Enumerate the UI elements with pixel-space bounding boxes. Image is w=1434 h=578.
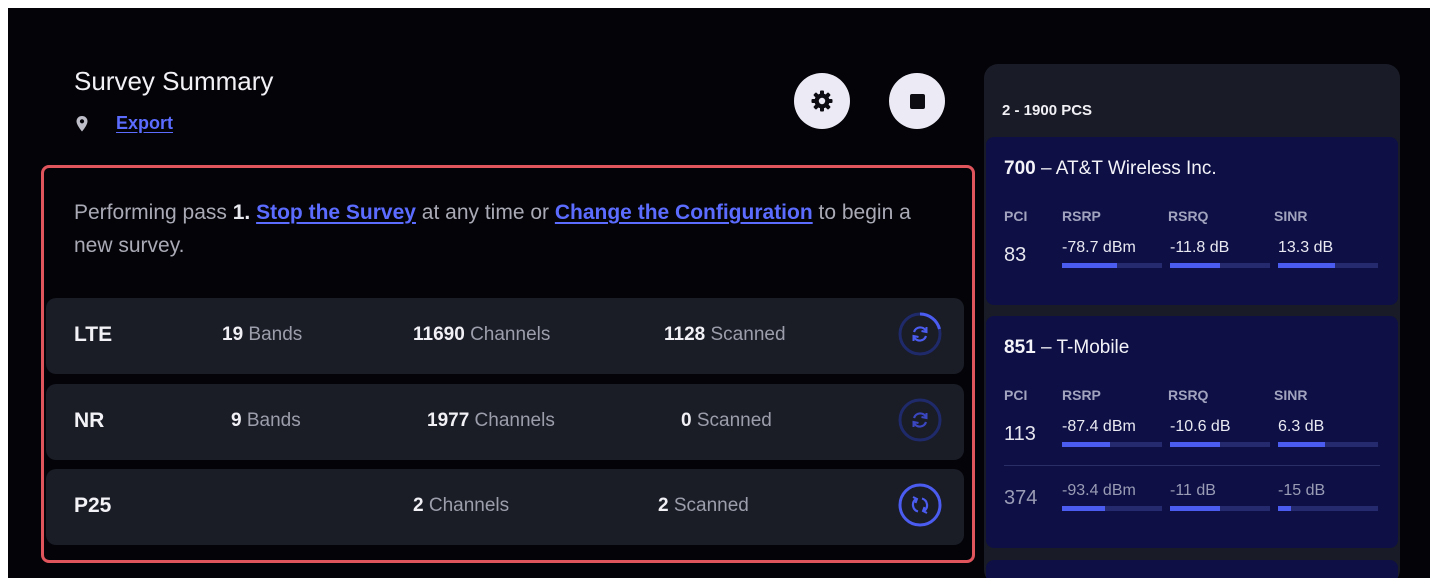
page-title: Survey Summary (74, 66, 274, 96)
rsrp-header: RSRP (1062, 208, 1101, 224)
operator-card-tmobile[interactable]: 851 – T-Mobile PCI RSRP RSRQ SINR 113 -8… (986, 316, 1398, 548)
cell-divider (1004, 465, 1380, 466)
rsrp-value: -87.4 dBm (1062, 418, 1136, 435)
rsrq-bar (1170, 263, 1270, 268)
location-pin-icon (76, 116, 88, 132)
stop-survey-link[interactable]: Stop the Survey (256, 201, 416, 224)
technology-row-p25: P25 2 Channels 2 Scanned (46, 469, 964, 545)
pci-header: PCI (1004, 387, 1028, 403)
settings-button[interactable] (794, 73, 850, 129)
scanned-count: 1128 Scanned (664, 324, 786, 345)
rsrq-header: RSRQ (1168, 387, 1209, 403)
stop-icon (909, 93, 925, 109)
sinr-value: 6.3 dB (1278, 418, 1325, 435)
rsrp-value: -78.7 dBm (1062, 239, 1136, 256)
pci-header: PCI (1004, 208, 1028, 224)
stop-button[interactable] (889, 73, 945, 129)
rsrq-bar (1170, 506, 1270, 511)
pci-value: 83 (1004, 244, 1027, 266)
sinr-bar (1278, 506, 1378, 511)
technology-name: LTE (74, 323, 113, 346)
pass-number: 1. (232, 201, 251, 224)
technology-name: NR (74, 409, 105, 432)
operator-card-att[interactable]: 700 – AT&T Wireless Inc. PCI RSRP RSRQ S… (986, 137, 1398, 305)
technology-name: P25 (74, 494, 112, 517)
sinr-header: SINR (1274, 387, 1308, 403)
sinr-bar (1278, 442, 1378, 447)
rsrq-value: -10.6 dB (1170, 418, 1231, 435)
operator-title: 851 – T-Mobile (1004, 337, 1130, 358)
change-configuration-link[interactable]: Change the Configuration (555, 201, 813, 224)
channels-count: 2 Channels (413, 495, 510, 516)
technology-row-nr: NR 9 Bands 1977 Channels 0 Scanned (46, 384, 964, 460)
app-window: Survey Summary Export Performing pass 1.… (8, 8, 1430, 578)
band-results-panel: 2 - 1900 PCS 700 – AT&T Wireless Inc. PC… (984, 64, 1400, 578)
bands-count: 19 Bands (222, 324, 303, 345)
scanned-count: 2 Scanned (658, 495, 749, 516)
operator-card-partial[interactable] (986, 560, 1398, 578)
rsrp-bar (1062, 506, 1162, 511)
pci-value: 113 (1004, 423, 1036, 445)
sinr-value: -15 dB (1278, 482, 1326, 499)
channels-count: 1977 Channels (427, 410, 555, 431)
scanned-count: 0 Scanned (681, 410, 772, 431)
sinr-header: SINR (1274, 208, 1308, 224)
message-middle: at any time or (415, 201, 555, 224)
survey-status-message: Performing pass 1. Stop the Survey at an… (74, 196, 934, 262)
message-prefix: Performing pass (74, 201, 233, 224)
rsrp-header: RSRP (1062, 387, 1101, 403)
sinr-value: 13.3 dB (1278, 239, 1334, 256)
sinr-bar (1278, 263, 1378, 268)
technology-row-lte: LTE 19 Bands 11690 Channels 1128 Scanned (46, 298, 964, 374)
rsrq-value: -11 dB (1170, 482, 1216, 499)
rsrq-bar (1170, 442, 1270, 447)
rsrq-value: -11.8 dB (1170, 239, 1230, 256)
pci-value: 374 (1004, 487, 1038, 509)
export-link[interactable]: Export (116, 113, 173, 134)
rsrp-bar (1062, 442, 1162, 447)
rsrp-bar (1062, 263, 1162, 268)
refresh-icon[interactable] (898, 312, 942, 356)
gear-icon (811, 90, 833, 112)
operator-title: 700 – AT&T Wireless Inc. (1004, 158, 1217, 179)
rsrp-value: -93.4 dBm (1062, 482, 1136, 499)
band-title: 2 - 1900 PCS (1002, 102, 1093, 119)
sync-complete-icon[interactable] (898, 483, 942, 527)
bands-count: 9 Bands (231, 410, 301, 431)
refresh-icon[interactable] (898, 398, 942, 442)
channels-count: 11690 Channels (413, 324, 551, 345)
rsrq-header: RSRQ (1168, 208, 1209, 224)
